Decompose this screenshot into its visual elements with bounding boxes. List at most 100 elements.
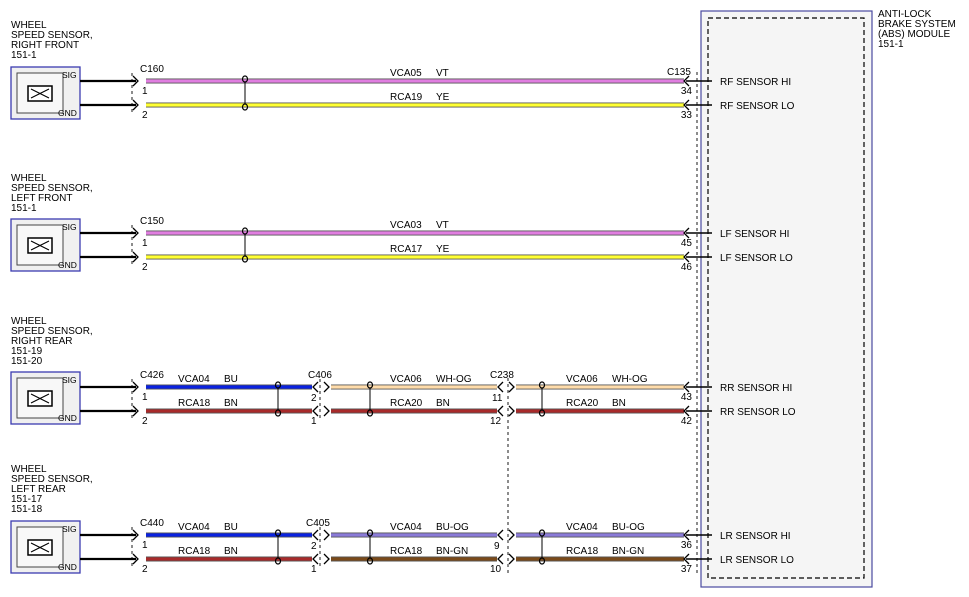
module-pin-number: 37 [681,564,693,575]
module-pin-label: RR SENSOR HI [720,383,792,394]
pin-arrow-icon [312,405,319,417]
wire-color-code-label: BN [436,398,450,409]
sensor-title-line: 151-20 [11,356,43,367]
wire-color-code-label: BN [224,398,238,409]
inline-connector-label: C405 [306,518,330,529]
connector-pin-number: 2 [142,262,148,273]
inline-connector-label: C238 [490,370,514,381]
wire-color-code-label: BN [224,546,238,557]
wire-circuit-label: RCA18 [178,398,211,409]
abs-module-title: ANTI-LOCK BRAKE SYSTEM (ABS) MODULE 151-… [878,9,956,50]
wire-color-code-label: BU [224,522,238,533]
pin-arrow-icon [508,405,515,417]
pin-arrow-icon [312,553,319,565]
pin-arrow-icon [323,405,330,417]
wheel-speed-sensor-right-front: SIG GND [10,66,81,120]
sig-terminal-label: SIG [62,524,77,534]
wire-color-code-label: BN-GN [436,546,468,557]
abs-wiring-diagram: ANTI-LOCK BRAKE SYSTEM (ABS) MODULE 151-… [10,9,956,588]
pin-arrow-icon [508,381,515,393]
sensor-connector-label: C426 [140,370,164,381]
wire-color-code-label: BU [224,374,238,385]
wire-circuit-label: VCA04 [178,522,210,533]
module-pin-label: LR SENSOR HI [720,531,791,542]
sensor-title-line: 151-1 [11,50,37,61]
c135-connector-label: C135 [667,67,691,78]
sensor-title-line: 151-1 [11,203,37,214]
module-pin-label: RF SENSOR LO [720,101,795,112]
abs-module-outer-box [700,10,873,588]
module-pin-label: RR SENSOR LO [720,407,796,418]
wire-circuit-label: VCA05 [390,68,422,79]
sensor-connector-label: C150 [140,216,164,227]
wire-color-code-label: YE [436,92,450,103]
inline-connector-label: C406 [308,370,332,381]
wire-circuit-label: RCA19 [390,92,423,103]
wire-circuit-label: RCA18 [178,546,211,557]
gnd-terminal-label: GND [58,413,77,423]
pin-arrow-icon [312,529,319,541]
pin-arrow-icon [497,405,504,417]
connector-pin-number: 2 [142,416,148,427]
module-pin-number: 33 [681,110,693,121]
wire-color-code-label: BN [612,398,626,409]
pin-arrow-icon [323,553,330,565]
module-pin-label: LF SENSOR LO [720,253,793,264]
module-pin-number: 34 [681,86,693,97]
sensor-title-left-front: WHEEL SPEED SENSOR, LEFT FRONT 151-1 [11,173,93,214]
module-pin-number: 45 [681,238,693,249]
connector-pin-number: 9 [494,541,500,552]
pin-arrow-icon [323,529,330,541]
wire-color-code-label: BU-OG [436,522,469,533]
pin-arrow-icon [497,381,504,393]
pin-arrow-icon [497,529,504,541]
connector-pin-number: 11 [492,393,503,404]
abs-module-title-line: 151-1 [878,39,904,50]
module-pin-label: LR SENSOR LO [720,555,794,566]
wire-circuit-label: VCA06 [566,374,598,385]
wire-circuit-label: VCA03 [390,220,422,231]
wire-circuit-label: RCA17 [390,244,423,255]
wire-color-code-label: VT [436,68,449,79]
wire-color-code-label: WH-OG [612,374,648,385]
wheel-speed-sensor-left-rear: SIG GND [10,520,81,574]
sensor-title-right-rear: WHEEL SPEED SENSOR, RIGHT REAR 151-19 15… [11,316,93,367]
sensor-connector-label: C160 [140,64,164,75]
wire-circuit-label: RCA20 [566,398,599,409]
connector-pin-number: 1 [311,416,317,427]
gnd-terminal-label: GND [58,108,77,118]
wire-color-code-label: YE [436,244,450,255]
wire-circuit-label: VCA04 [566,522,598,533]
sig-terminal-label: SIG [62,70,77,80]
gnd-terminal-label: GND [58,260,77,270]
connector-pin-number: 12 [490,416,502,427]
wire-circuit-label: RCA20 [390,398,423,409]
gnd-terminal-label: GND [58,562,77,572]
wire-color-code-label: WH-OG [436,374,472,385]
pin-arrow-icon [508,553,515,565]
wire-color-code-label: BU-OG [612,522,645,533]
module-pin-number: 43 [681,392,693,403]
sig-terminal-label: SIG [62,222,77,232]
sensor-connector-label: C440 [140,518,164,529]
module-pin-number: 46 [681,262,693,273]
wire-circuit-label: RCA18 [390,546,423,557]
sensor-title-left-rear: WHEEL SPEED SENSOR, LEFT REAR 151-17 151… [11,464,93,515]
wire-circuit-label: VCA06 [390,374,422,385]
wheel-speed-sensor-left-front: SIG GND [10,218,81,272]
connector-pin-number: 1 [311,564,317,575]
wire-color-code-label: BN-GN [612,546,644,557]
pin-arrow-icon [312,381,319,393]
connector-pin-number: 10 [490,564,502,575]
sensor-title-line: 151-18 [11,504,43,515]
sensor-title-right-front: WHEEL SPEED SENSOR, RIGHT FRONT 151-1 [11,20,93,61]
pin-arrow-icon [323,381,330,393]
connector-pin-number: 2 [311,541,317,552]
module-pin-label: LF SENSOR HI [720,229,789,240]
wiring-layer: C16012VCA05 VTRCA19 YE34RF SENSOR HI33RF S… [80,64,796,575]
wheel-speed-sensor-right-rear: SIG GND [10,371,81,425]
pin-arrow-icon [497,553,504,565]
connector-pin-number: 1 [142,86,148,97]
connector-pin-number: 2 [311,393,317,404]
wire-color-code-label: VT [436,220,449,231]
